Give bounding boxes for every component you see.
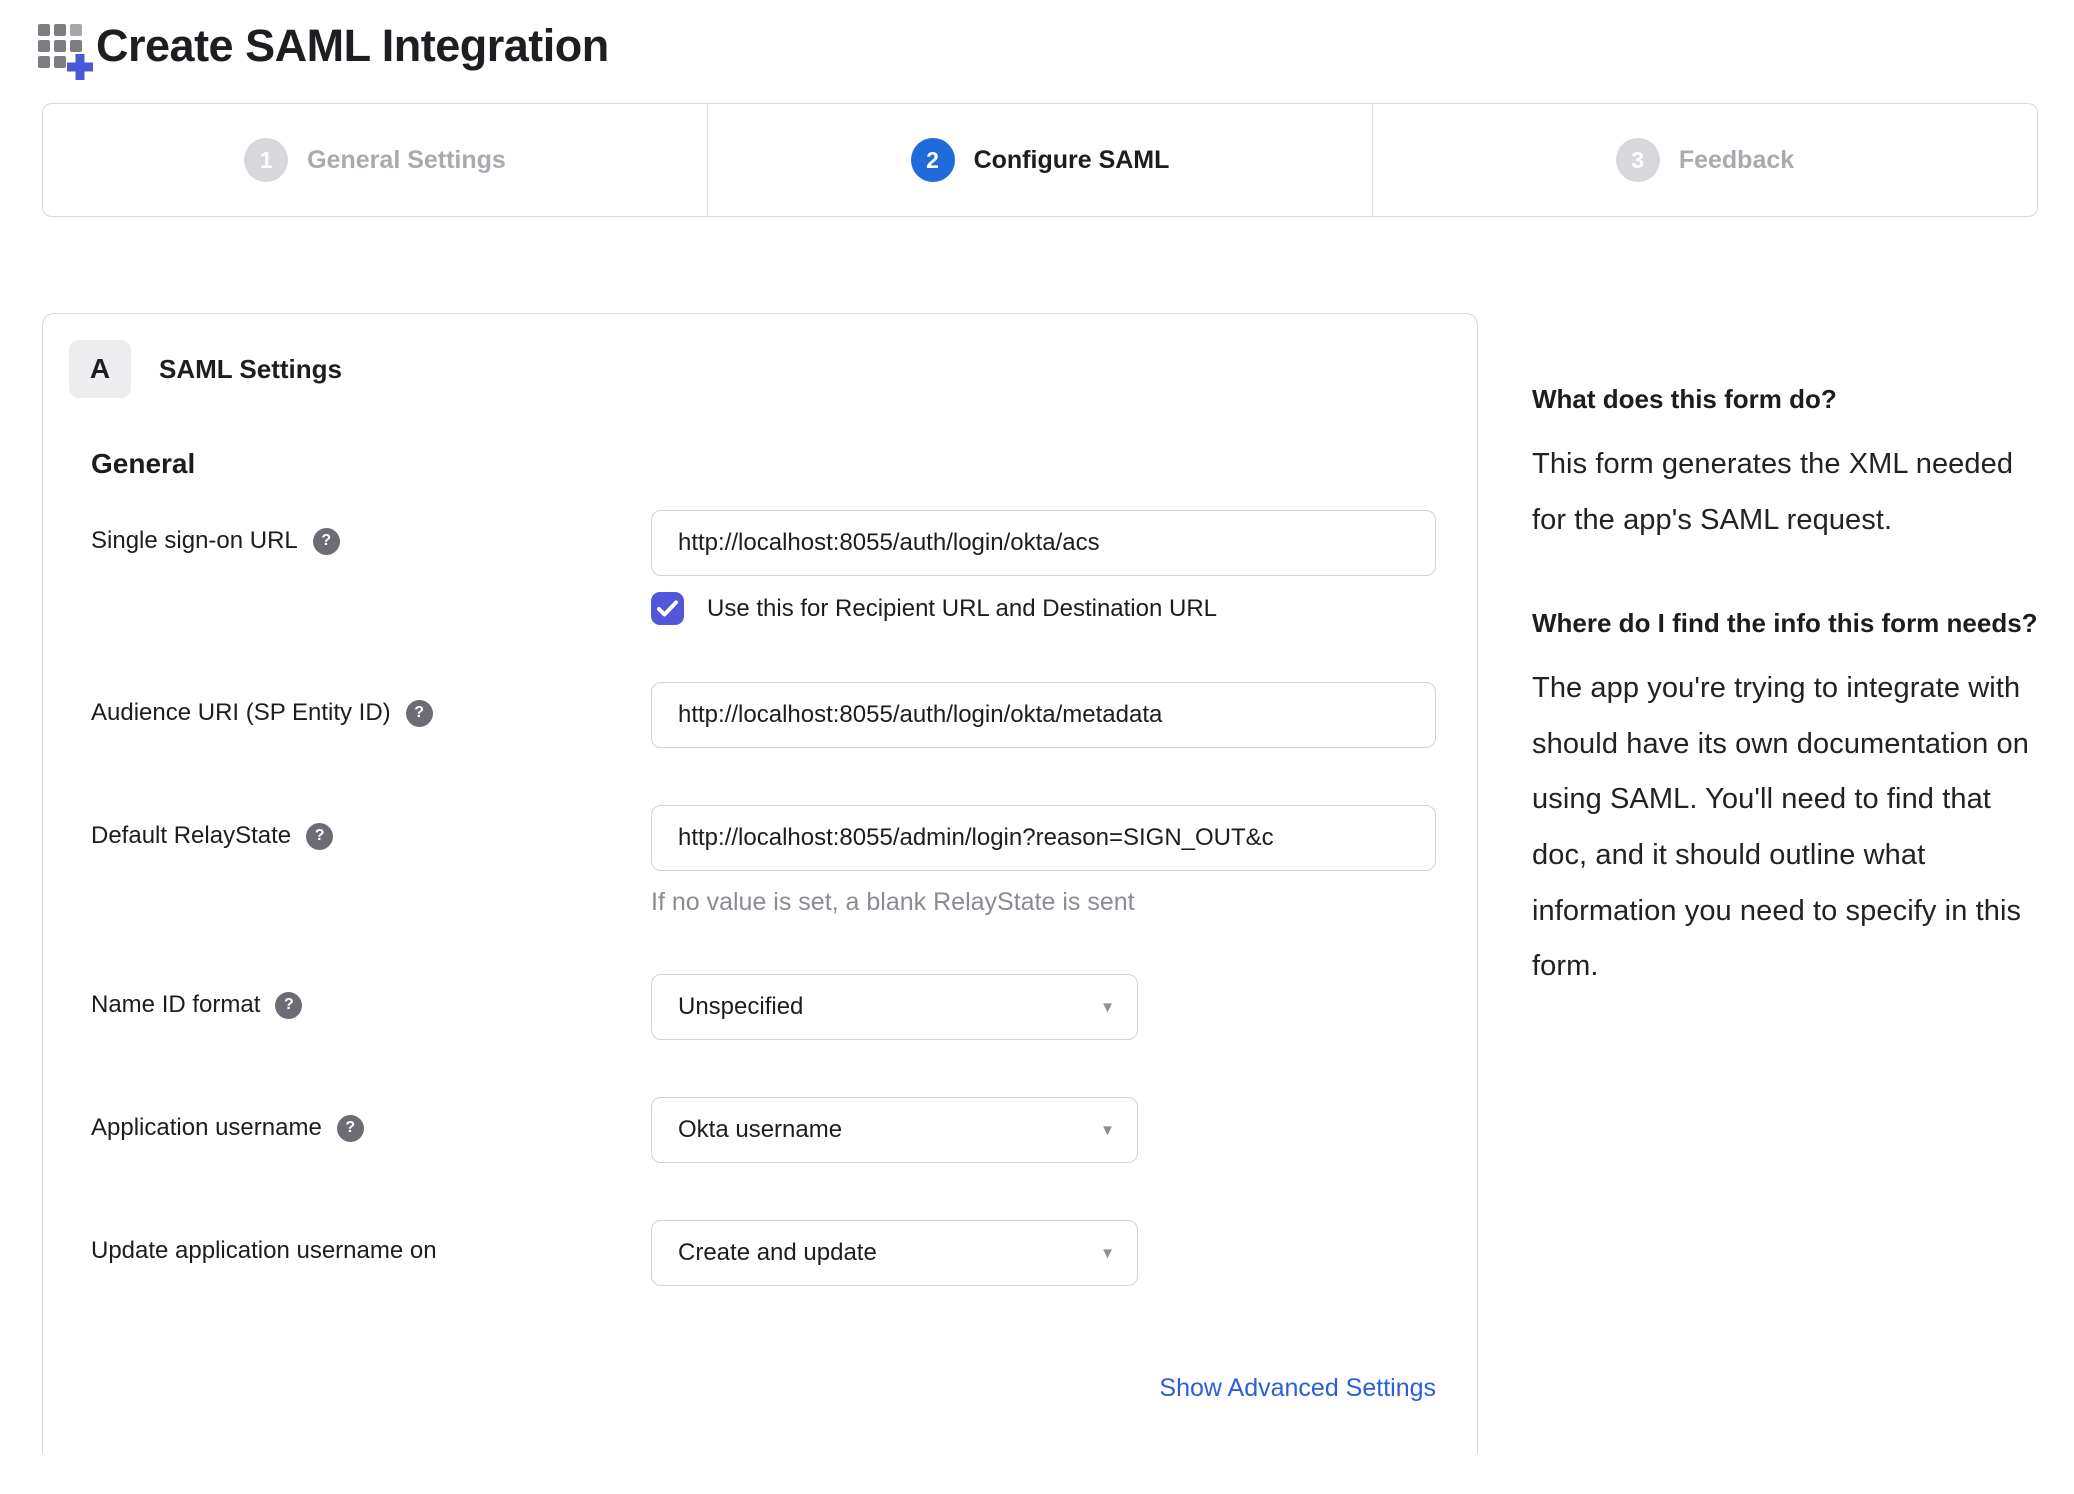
chevron-down-icon: ▼ xyxy=(1100,998,1115,1016)
checkmark-icon xyxy=(657,600,678,617)
sso-url-label: Single sign-on URL xyxy=(91,527,298,554)
help-icon[interactable]: ? xyxy=(336,1114,364,1142)
content-area: A SAML Settings General Single sign-on U… xyxy=(42,313,2074,1454)
audience-uri-input[interactable] xyxy=(651,682,1436,748)
field-row-audience-uri: Audience URI (SP Entity ID) ? xyxy=(91,682,1436,748)
saml-form: Single sign-on URL ? Use this for Recipi… xyxy=(91,510,1436,1403)
page-title: Create SAML Integration xyxy=(96,20,609,71)
chevron-down-icon: ▼ xyxy=(1100,1244,1115,1262)
step-number-badge: 3 xyxy=(1615,138,1660,182)
help-icon[interactable]: ? xyxy=(312,527,340,555)
relay-state-helper-text: If no value is set, a blank RelayState i… xyxy=(651,888,1135,916)
help-sidebar: What does this form do? This form genera… xyxy=(1532,313,2040,995)
update-username-select[interactable]: Create and update ▼ xyxy=(651,1220,1138,1286)
step-number-badge: 1 xyxy=(244,138,289,182)
step-label: General Settings xyxy=(307,145,506,174)
step-number-badge: 2 xyxy=(910,138,955,182)
grid-plus-icon xyxy=(38,21,93,80)
help-answer-2: The app you're trying to integrate with … xyxy=(1532,671,2029,983)
help-icon[interactable]: ? xyxy=(275,991,303,1019)
sso-url-input[interactable] xyxy=(651,510,1436,576)
page-header: Create SAML Integration xyxy=(38,20,2074,80)
help-answer-1: This form generates the XML needed for t… xyxy=(1532,448,2014,536)
section-a-badge: A xyxy=(69,340,131,398)
application-username-select[interactable]: Okta username ▼ xyxy=(651,1097,1138,1163)
wizard-steps: 1 General Settings 2 Configure SAML 3 Fe… xyxy=(42,103,2038,217)
relay-state-label: Default RelayState xyxy=(91,822,292,849)
panel-title: SAML Settings xyxy=(159,353,342,384)
field-row-relay-state: Default RelayState ? If no value is set,… xyxy=(91,805,1436,917)
recipient-url-checkbox-label[interactable]: Use this for Recipient URL and Destinati… xyxy=(707,595,1217,623)
field-row-application-username: Application username ? Okta username ▼ xyxy=(91,1097,1436,1163)
field-row-sso-url: Single sign-on URL ? Use this for Recipi… xyxy=(91,510,1436,625)
field-row-name-id-format: Name ID format ? Unspecified ▼ xyxy=(91,974,1436,1040)
saml-settings-panel: A SAML Settings General Single sign-on U… xyxy=(42,313,1478,1454)
help-icon[interactable]: ? xyxy=(405,699,433,727)
step-label: Configure SAML xyxy=(973,145,1170,174)
update-username-label: Update application username on xyxy=(91,1237,437,1264)
name-id-format-label: Name ID format xyxy=(91,991,261,1018)
relay-state-input[interactable] xyxy=(651,805,1436,871)
advanced-settings-row: Show Advanced Settings xyxy=(91,1374,1436,1403)
recipient-url-checkbox[interactable] xyxy=(651,592,684,625)
show-advanced-settings-link[interactable]: Show Advanced Settings xyxy=(1159,1374,1436,1402)
step-configure-saml[interactable]: 2 Configure SAML xyxy=(707,104,1372,216)
help-question-2: Where do I find the info this form needs… xyxy=(1532,607,2038,638)
chevron-down-icon: ▼ xyxy=(1100,1121,1115,1139)
application-username-label: Application username xyxy=(91,1114,322,1141)
audience-uri-label: Audience URI (SP Entity ID) xyxy=(91,699,391,726)
plus-icon xyxy=(67,54,93,80)
step-general-settings[interactable]: 1 General Settings xyxy=(43,104,707,216)
help-question-1: What does this form do? xyxy=(1532,384,1837,414)
selected-value: Create and update xyxy=(678,1239,877,1266)
help-icon[interactable]: ? xyxy=(306,822,334,850)
selected-value: Unspecified xyxy=(678,993,804,1020)
panel-header: A SAML Settings xyxy=(69,340,1477,398)
general-section-heading: General xyxy=(91,448,196,479)
step-label: Feedback xyxy=(1678,145,1795,174)
step-feedback[interactable]: 3 Feedback xyxy=(1372,104,2037,216)
name-id-format-select[interactable]: Unspecified ▼ xyxy=(651,974,1138,1040)
selected-value: Okta username xyxy=(678,1116,843,1143)
field-row-update-username: Update application username on Create an… xyxy=(91,1220,1436,1286)
